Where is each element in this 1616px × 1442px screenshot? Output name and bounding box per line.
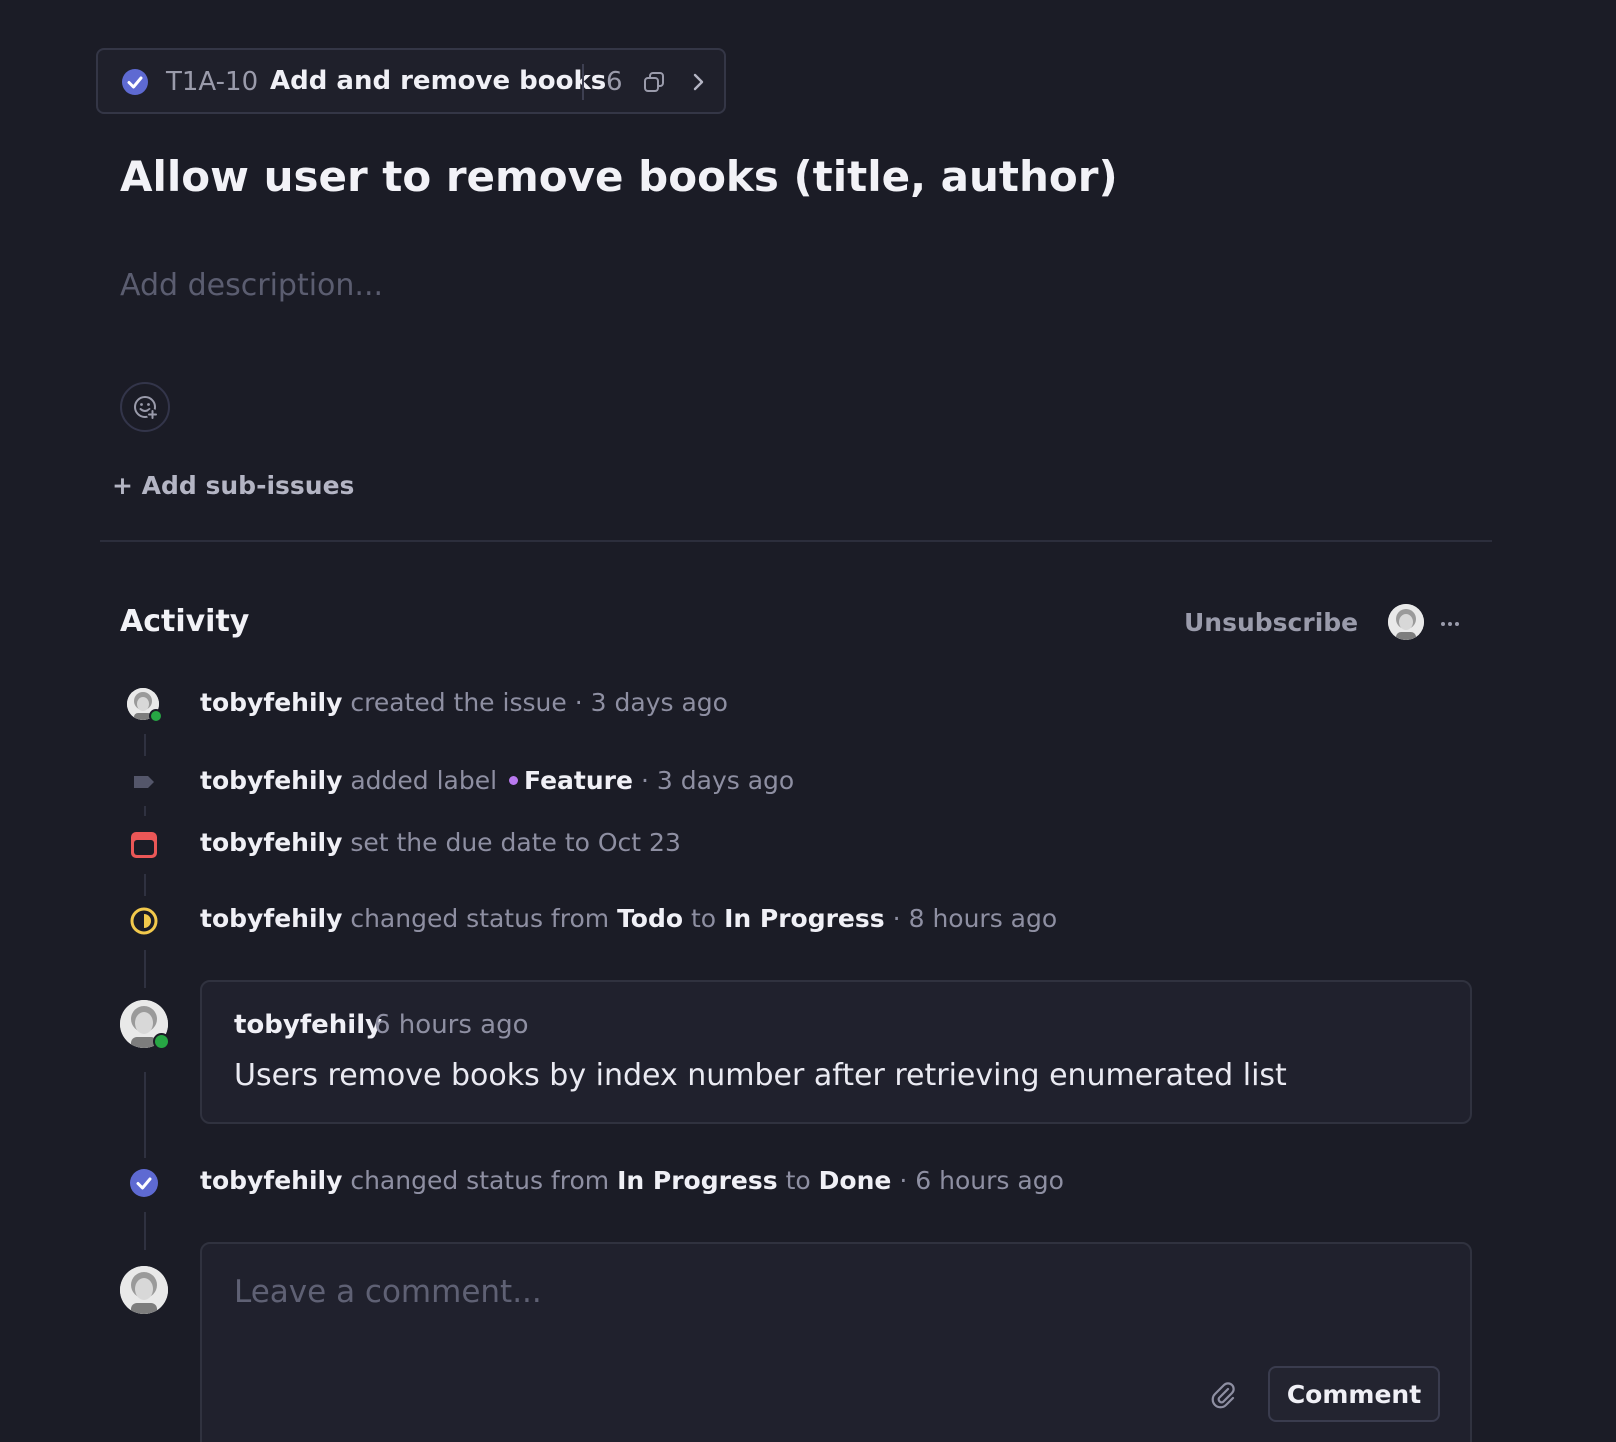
- chevron-right-icon[interactable]: [686, 70, 710, 94]
- comment-time[interactable]: 6 hours ago: [374, 1010, 529, 1040]
- status-to: In Progress: [724, 904, 885, 933]
- activity-event-due-date: tobyfehily set the due date to Oct 23: [200, 828, 681, 857]
- activity-event-label: tobyfehily added label Feature · 3 days ag…: [200, 766, 794, 795]
- activity-event-created: tobyfehily created the issue · 3 days ago: [200, 688, 728, 717]
- separator-dot: ·: [574, 688, 583, 717]
- section-divider: [100, 540, 1492, 542]
- event-time[interactable]: 3 days ago: [657, 766, 794, 795]
- status-from: Todo: [617, 904, 684, 933]
- event-user[interactable]: tobyfehily: [200, 828, 342, 857]
- timeline-connector: [144, 806, 146, 816]
- status-to-word: to: [691, 904, 717, 933]
- status-to-word: to: [785, 1166, 811, 1195]
- event-text: changed status from: [350, 1166, 610, 1195]
- parent-issue-title: Add and remove books: [270, 66, 607, 96]
- event-user[interactable]: tobyfehily: [200, 904, 342, 933]
- comment-author[interactable]: tobyfehily: [234, 1010, 382, 1040]
- event-user[interactable]: tobyfehily: [200, 1166, 342, 1195]
- subscriber-avatar[interactable]: [1388, 604, 1424, 640]
- in-progress-status-icon: [130, 907, 158, 935]
- avatar-image: [1388, 604, 1424, 640]
- label-color-dot: [509, 776, 519, 785]
- timeline-connector: [144, 950, 146, 988]
- parent-issue-id: T1A-10: [166, 67, 259, 97]
- separator-dot: ·: [899, 1166, 908, 1195]
- label-name[interactable]: Feature: [524, 766, 633, 795]
- add-reaction-button[interactable]: [120, 382, 170, 432]
- issue-page: T1A-10 Add and remove books 6 Allow user…: [0, 0, 1616, 1442]
- status-from: In Progress: [617, 1166, 778, 1195]
- avatar-image: [120, 1266, 168, 1314]
- sub-issues-icon: [644, 72, 664, 92]
- separator-dot: ·: [892, 904, 901, 933]
- more-options-icon[interactable]: [1440, 614, 1460, 634]
- online-indicator: [153, 1033, 170, 1050]
- timeline-connector: [144, 1212, 146, 1250]
- unsubscribe-button[interactable]: Unsubscribe: [1184, 608, 1358, 637]
- paperclip-icon[interactable]: [1208, 1380, 1238, 1410]
- activity-event-status-in-progress: tobyfehily changed status from Todo to I…: [200, 904, 1057, 933]
- label-icon: [134, 776, 154, 788]
- comment-submit-button[interactable]: Comment: [1268, 1366, 1440, 1422]
- event-user[interactable]: tobyfehily: [200, 766, 342, 795]
- separator-dot: ·: [640, 766, 649, 795]
- event-text: created the issue: [350, 688, 567, 717]
- comment-composer[interactable]: Leave a comment... Comment: [200, 1242, 1472, 1442]
- timeline-connector: [144, 874, 146, 896]
- sub-issue-count: 6: [606, 67, 623, 97]
- status-to: Done: [818, 1166, 892, 1195]
- event-time[interactable]: 3 days ago: [591, 688, 728, 717]
- activity-heading: Activity: [120, 604, 250, 639]
- comment-body: Users remove books by index number after…: [234, 1058, 1287, 1093]
- comment-card: tobyfehily 6 hours ago Users remove book…: [200, 980, 1472, 1124]
- event-time[interactable]: 8 hours ago: [909, 904, 1058, 933]
- parent-issue-chip[interactable]: T1A-10 Add and remove books 6: [96, 48, 726, 114]
- timeline-connector: [144, 734, 146, 756]
- online-indicator: [149, 709, 163, 723]
- issue-title[interactable]: Allow user to remove books (title, autho…: [120, 152, 1118, 201]
- event-text: added label: [350, 766, 498, 795]
- description-placeholder[interactable]: Add description...: [120, 268, 383, 303]
- chip-divider: [582, 64, 584, 100]
- event-text: set the due date to Oct 23: [350, 828, 681, 857]
- timeline-connector: [144, 1072, 146, 1158]
- done-status-icon: [122, 69, 148, 95]
- add-sub-issues-button[interactable]: + Add sub-issues: [112, 471, 354, 500]
- event-time[interactable]: 6 hours ago: [915, 1166, 1064, 1195]
- current-user-avatar: [120, 1266, 168, 1314]
- comment-input-placeholder[interactable]: Leave a comment...: [234, 1274, 542, 1310]
- event-text: changed status from: [350, 904, 610, 933]
- calendar-icon: [131, 832, 157, 858]
- done-status-icon: [130, 1169, 158, 1197]
- activity-event-status-done: tobyfehily changed status from In Progre…: [200, 1166, 1064, 1195]
- event-user[interactable]: tobyfehily: [200, 688, 342, 717]
- emoji-add-icon: [134, 396, 158, 420]
